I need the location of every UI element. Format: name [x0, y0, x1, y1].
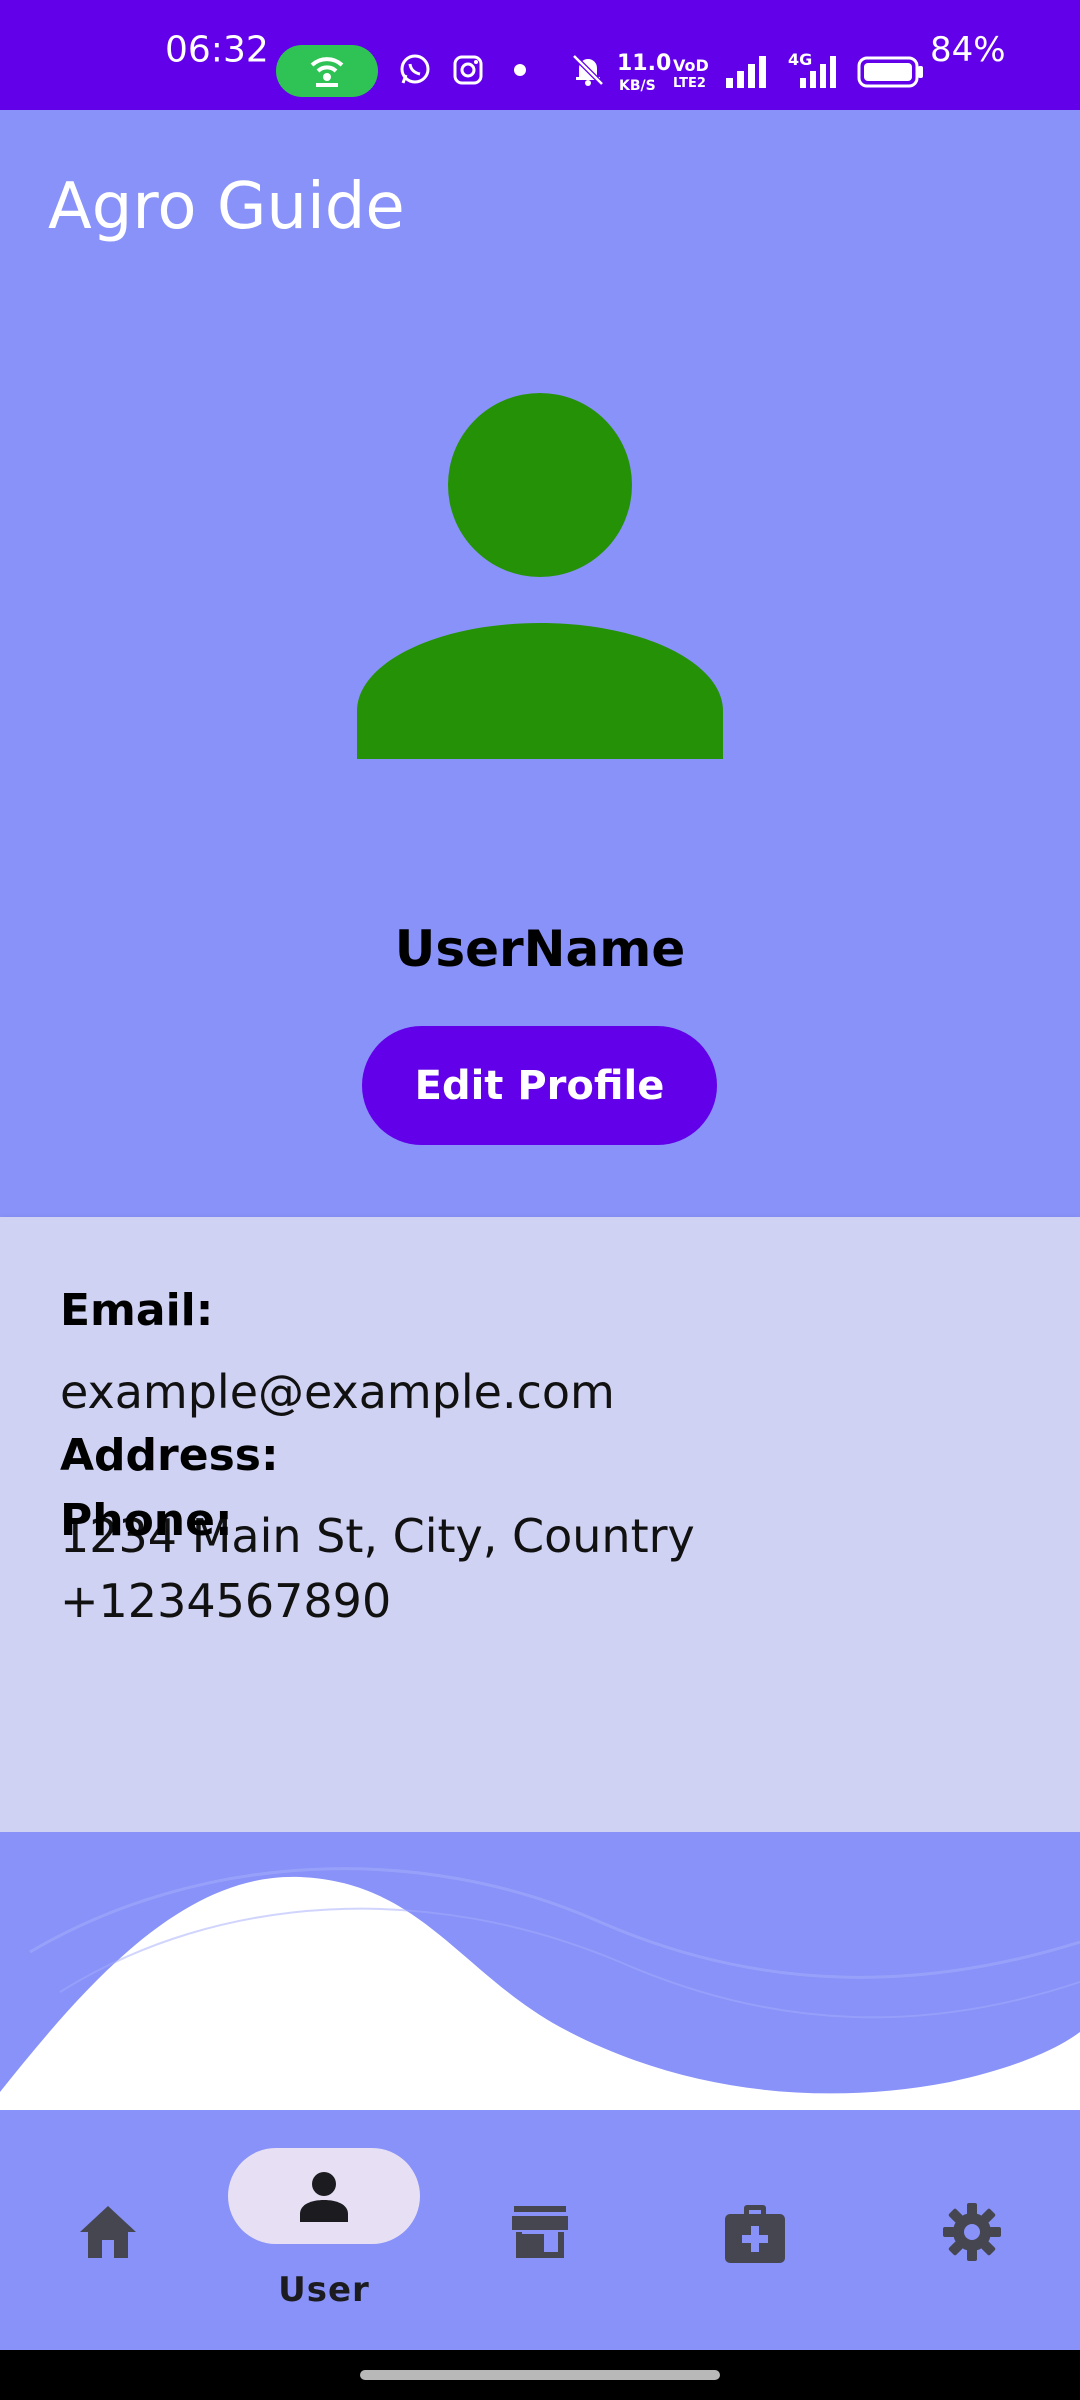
system-navigation-bar [0, 2350, 1080, 2400]
signal-4g-icon [800, 56, 836, 88]
status-time: 06:32 [165, 29, 269, 71]
volte-bottom: LTE2 [673, 76, 706, 91]
app-title: Agro Guide [48, 170, 405, 244]
instagram-icon [453, 55, 483, 85]
bottom-navigation: User [0, 2110, 1080, 2350]
user-name: UserName [394, 920, 686, 978]
phone-label: Phone: [60, 1495, 233, 1546]
email-label: Email: [60, 1285, 214, 1336]
phone-value: +1234567890 [60, 1574, 392, 1628]
net-speed-value: 11.0 [617, 51, 672, 76]
edit-profile-button[interactable]: Edit Profile [362, 1026, 717, 1145]
bell-off-icon [572, 54, 604, 86]
home-icon[interactable] [78, 2204, 138, 2260]
net-speed-unit: KB/S [619, 78, 656, 94]
battery-percent: 84% [930, 30, 1006, 70]
volte-top: VoD [673, 56, 709, 75]
medical-kit-icon[interactable] [724, 2204, 786, 2264]
store-icon[interactable] [510, 2204, 570, 2260]
home-indicator[interactable] [360, 2370, 720, 2380]
battery-icon [857, 56, 923, 88]
profile-info-card: Email: example@example.com Address: 1234… [0, 1217, 1080, 1832]
nav-label-user[interactable]: User [228, 2270, 420, 2310]
wave-decoration [0, 1832, 1080, 2110]
dot-icon [514, 64, 526, 76]
address-label: Address: [60, 1430, 279, 1481]
person-icon [357, 393, 723, 759]
gear-icon[interactable] [942, 2202, 1002, 2262]
whatsapp-icon [400, 54, 430, 84]
email-value: example@example.com [60, 1365, 615, 1419]
hotspot-indicator [276, 45, 378, 97]
person-icon[interactable] [298, 2170, 350, 2222]
status-bar: 06:32 11.0 KB/S VoD LTE2 4G 84% [0, 0, 1080, 110]
hotspot-icon [310, 57, 344, 87]
signal-icon [726, 56, 766, 88]
